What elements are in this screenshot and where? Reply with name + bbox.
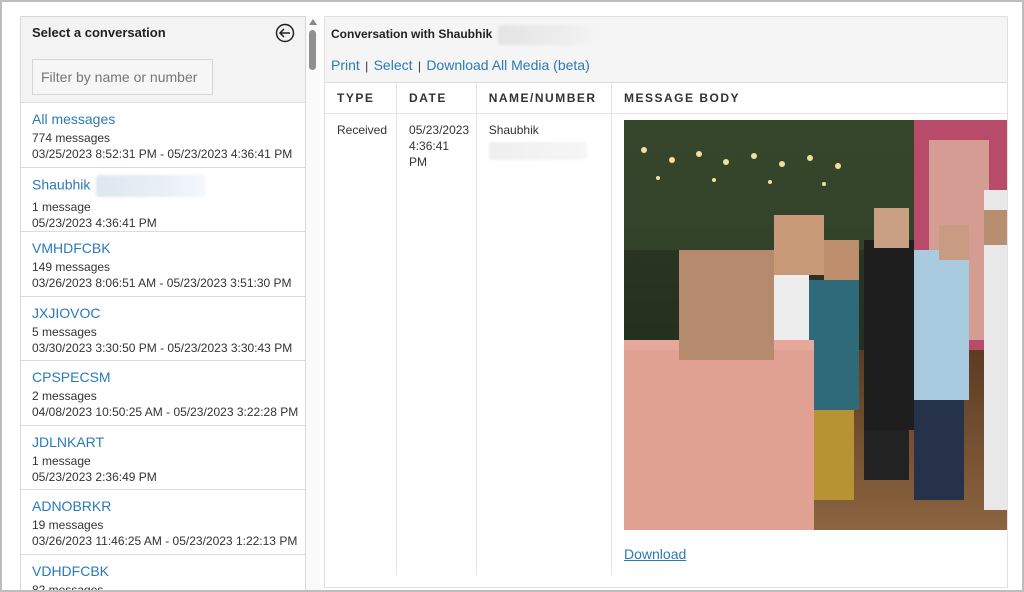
messages-table: TYPE DATE NAME/NUMBER MESSAGE BODY Recei…	[325, 83, 1008, 575]
conversation-name-row: Shaubhik	[32, 174, 305, 197]
date-range: 03/25/2023 8:52:31 PM - 05/23/2023 4:36:…	[32, 147, 293, 161]
download-link[interactable]: Download	[624, 546, 1007, 562]
redacted-number	[488, 141, 587, 160]
message-sender: Shaubhik	[476, 113, 613, 575]
download-all-media-link[interactable]: Download All Media (beta)	[426, 57, 589, 73]
message-count: 1 message	[32, 199, 91, 214]
date-range: 03/26/2023 8:06:51 AM - 05/23/2023 3:51:…	[32, 276, 292, 290]
column-header-type: TYPE	[325, 83, 398, 114]
message-count: 149 messages	[32, 260, 111, 274]
attached-photo[interactable]	[624, 119, 1008, 530]
column-header-body: MESSAGE BODY	[611, 83, 1007, 114]
date-line: 05/23/2023	[409, 122, 470, 137]
app-frame: Select a conversation All messages 774 m…	[0, 0, 1024, 592]
table-row: Received 05/23/2023 4:36:41 PM Shaubhik	[325, 113, 1008, 575]
message-count: 1 message	[32, 453, 91, 468]
separator: |	[361, 59, 372, 73]
sender-name: Shaubhik	[488, 122, 539, 137]
conversation-item-cpspecsm[interactable]: CPSPECSM 2 messages 04/08/2023 10:50:25 …	[21, 361, 305, 426]
conversation-item-jxjiovoc[interactable]: JXJIOVOC 5 messages 03/30/2023 3:30:50 P…	[21, 297, 305, 361]
message-count: 5 messages	[32, 324, 97, 339]
filter-input[interactable]	[32, 59, 213, 95]
conversation-item-jdlnkart[interactable]: JDLNKART 1 message 05/23/2023 2:36:49 PM	[21, 426, 305, 490]
conversation-name[interactable]: JXJIOVOC	[32, 304, 305, 322]
date-range: 05/23/2023 4:36:41 PM	[32, 215, 157, 230]
conversation-name[interactable]: Shaubhik	[32, 176, 90, 192]
conversation-view: Conversation with Shaubhik Print | Selec…	[324, 16, 1008, 588]
conversation-item-vdhdfcbk[interactable]: VDHDFCBK 82 messages	[21, 555, 305, 592]
message-date: 05/23/2023 4:36:41 PM	[396, 113, 477, 575]
conversation-item-vmhdfcbk[interactable]: VMHDFCBK 149 messages 03/26/2023 8:06:51…	[21, 232, 305, 297]
message-body: Download	[611, 113, 1008, 575]
ampm-line: PM	[409, 154, 428, 169]
date-range: 05/23/2023 2:36:49 PM	[32, 469, 157, 484]
panel-title: Select a conversation	[32, 25, 166, 40]
redacted-number	[96, 174, 207, 197]
column-header-name: NAME/NUMBER	[476, 83, 613, 114]
message-count: 82 messages	[32, 582, 104, 592]
conversation-name[interactable]: CPSPECSM	[32, 368, 305, 386]
scroll-thumb[interactable]	[309, 30, 316, 70]
back-arrow-icon[interactable]	[275, 23, 295, 43]
conversation-title: Conversation with Shaubhik	[331, 27, 493, 42]
time-line: 4:36:41	[409, 138, 450, 153]
conversation-header: Conversation with Shaubhik Print | Selec…	[325, 17, 1007, 83]
date-range: 04/08/2023 10:50:25 AM - 05/23/2023 3:22…	[32, 405, 299, 419]
conversation-item-all[interactable]: All messages 774 messages 03/25/2023 8:5…	[21, 103, 305, 168]
date-range: 03/30/2023 3:30:50 PM - 05/23/2023 3:30:…	[32, 340, 293, 355]
conversation-name[interactable]: All messages	[32, 110, 305, 128]
redacted-number	[498, 25, 599, 45]
conversation-name[interactable]: JDLNKART	[32, 433, 305, 451]
message-count: 2 messages	[32, 389, 97, 403]
conversation-list-header: Select a conversation	[21, 17, 305, 103]
table-header-row: TYPE DATE NAME/NUMBER MESSAGE BODY	[325, 83, 1007, 114]
conversation-list-panel: Select a conversation All messages 774 m…	[20, 16, 306, 592]
message-count: 19 messages	[32, 518, 104, 532]
message-type: Received	[325, 113, 398, 575]
conversation-list-scrollbar[interactable]	[306, 16, 320, 590]
conversation-name[interactable]: ADNOBRKR	[32, 497, 305, 515]
column-header-date: DATE	[396, 83, 477, 114]
print-link[interactable]: Print	[331, 57, 360, 73]
message-count: 774 messages	[32, 131, 111, 145]
conversation-name[interactable]: VMHDFCBK	[32, 239, 305, 257]
conversation-name[interactable]: VDHDFCBK	[32, 562, 305, 580]
conversation-item-adnobrkr[interactable]: ADNOBRKR 19 messages 03/26/2023 11:46:25…	[21, 490, 305, 555]
scroll-up-arrow-icon[interactable]	[309, 19, 317, 25]
select-link[interactable]: Select	[374, 57, 413, 73]
date-range: 03/26/2023 11:46:25 AM - 05/23/2023 1:22…	[32, 534, 298, 548]
conversation-actions: Print | Select | Download All Media (bet…	[331, 57, 590, 73]
separator: |	[414, 59, 425, 73]
conversation-item-shaubhik[interactable]: Shaubhik 1 message 05/23/2023 4:36:41 PM	[21, 168, 305, 232]
conversation-title-row: Conversation with Shaubhik	[331, 25, 599, 45]
